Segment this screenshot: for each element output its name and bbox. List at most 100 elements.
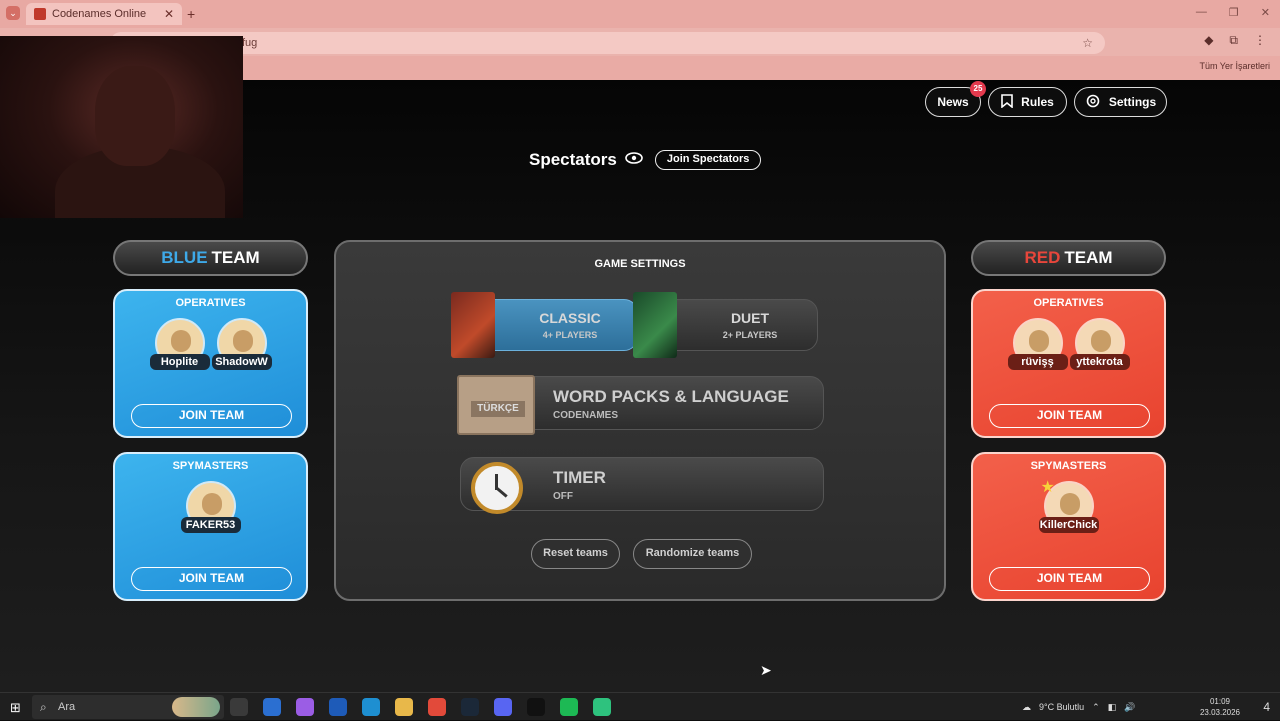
minimize-icon[interactable]: —	[1196, 6, 1207, 19]
settings-label: Settings	[1108, 95, 1157, 109]
search-icon: ⌕	[40, 700, 47, 714]
word-pack-language: TÜRKÇE	[471, 401, 525, 417]
blue-word: BLUE	[161, 248, 208, 267]
copilot-icon[interactable]	[296, 698, 314, 716]
gear-icon	[1085, 93, 1101, 112]
game-settings-title: GAME SETTINGS	[594, 258, 686, 270]
outlook-icon[interactable]	[329, 698, 347, 716]
join-blue-spymasters-button[interactable]: JOIN TEAM	[131, 567, 292, 591]
player-name: Hoplite	[149, 354, 210, 370]
timer-title: TIMER	[553, 468, 606, 487]
spotify-icon[interactable]	[560, 698, 578, 716]
team-word: TEAM	[211, 248, 260, 267]
discord-icon[interactable]	[494, 698, 512, 716]
news-label: News	[937, 95, 969, 109]
network-icon[interactable]: ◧	[1108, 702, 1117, 713]
all-bookmarks-link[interactable]: Tüm Yer İşaretleri	[1199, 61, 1270, 71]
operatives-title: OPERATIVES	[1033, 297, 1104, 309]
spectators-title: Spectators	[529, 150, 617, 169]
edge-icon[interactable]	[362, 698, 380, 716]
app-icon[interactable]	[593, 698, 611, 716]
mode-name: CLASSIC	[539, 310, 601, 326]
rules-label: Rules	[1021, 95, 1054, 109]
settings-button[interactable]: Settings	[1074, 87, 1167, 117]
word-packs-button[interactable]: TÜRKÇE WORD PACKS & LANGUAGE CODENAMES	[457, 375, 824, 435]
weather-icon: ☁	[1022, 701, 1031, 712]
blue-operatives-card: OPERATIVES Hoplite ShadowW JOIN TEAM	[113, 289, 308, 438]
puzzle-icon[interactable]: ⧉	[1229, 33, 1238, 48]
store-icon[interactable]	[263, 698, 281, 716]
tiktok-icon[interactable]	[527, 698, 545, 716]
extension-icon[interactable]: ◆	[1204, 33, 1213, 48]
blue-team-header: BLUE TEAM	[113, 240, 308, 276]
favicon-icon	[34, 8, 46, 20]
word-packs-value: CODENAMES	[553, 410, 619, 421]
window-controls: — ❐ ✕	[1196, 6, 1270, 19]
menu-icon[interactable]: ⋮	[1254, 33, 1266, 48]
bookmark-icon	[1001, 93, 1013, 111]
player-avatar[interactable]: Hoplite	[149, 318, 210, 370]
red-spymasters-card: SPYMASTERS ★ KillerChick JOIN TEAM	[971, 452, 1166, 601]
news-button[interactable]: News 25	[925, 81, 986, 117]
restore-icon[interactable]: ❐	[1229, 6, 1239, 19]
windows-start-icon[interactable]: ⊞	[10, 700, 21, 716]
time: 01:09	[1209, 697, 1230, 706]
close-window-icon[interactable]: ✕	[1261, 6, 1270, 19]
notification-icon[interactable]: 4	[1263, 700, 1270, 714]
player-name: yttekrota	[1069, 354, 1130, 370]
eye-icon	[625, 151, 643, 169]
toolbar-icons: ◆ ⧉ ⋮	[1204, 33, 1266, 48]
stopwatch-icon	[471, 462, 523, 514]
join-spectators-button[interactable]: Join Spectators	[654, 150, 762, 170]
date: 23.03.2026	[1199, 708, 1240, 717]
taskbar-apps	[230, 698, 611, 716]
player-avatar[interactable]: FAKER53	[180, 481, 241, 533]
tray-chevron-icon[interactable]: ⌃	[1092, 702, 1100, 713]
browser-tab[interactable]: Codenames Online ✕	[26, 3, 182, 25]
url-text: fug	[242, 37, 258, 49]
mode-players: 4+ PLAYERS	[542, 330, 598, 340]
chrome-icon[interactable]	[428, 698, 446, 716]
taskbar-search[interactable]: ⌕ Ara	[32, 695, 224, 719]
red-team-header: RED TEAM	[971, 240, 1166, 276]
new-tab-icon[interactable]: +	[187, 6, 195, 22]
mode-classic-button[interactable]: CLASSIC 4+ PLAYERS	[451, 292, 638, 358]
team-word: TEAM	[1064, 248, 1113, 267]
volume-icon[interactable]: 🔊	[1124, 702, 1135, 713]
tab-search-icon[interactable]: ⌄	[6, 6, 20, 20]
classic-box-art	[451, 292, 495, 358]
steam-icon[interactable]	[461, 698, 479, 716]
player-name: rüvişş	[1007, 354, 1068, 370]
player-name: FAKER53	[180, 517, 241, 533]
mode-duet-button[interactable]: DUET 2+ PLAYERS	[633, 292, 818, 358]
weather-text[interactable]: 9°C Bulutlu	[1039, 702, 1084, 712]
webcam-person-head	[95, 66, 175, 166]
bookmark-star-icon[interactable]: ☆	[1082, 32, 1093, 54]
timer-value: OFF	[553, 491, 573, 502]
join-red-operatives-button[interactable]: JOIN TEAM	[989, 404, 1150, 428]
file-explorer-icon[interactable]	[395, 698, 413, 716]
red-word: RED	[1024, 248, 1061, 267]
player-avatar[interactable]: yttekrota	[1069, 318, 1130, 370]
player-name: KillerChick	[1038, 517, 1099, 533]
randomize-teams-button[interactable]: Randomize teams	[633, 539, 752, 569]
player-avatar[interactable]: ShadowW	[211, 318, 272, 370]
word-packs-title: WORD PACKS & LANGUAGE	[553, 387, 789, 406]
reset-teams-button[interactable]: Reset teams	[531, 539, 620, 569]
task-view-icon[interactable]	[230, 698, 248, 716]
player-avatar[interactable]: rüvişş	[1007, 318, 1068, 370]
close-tab-icon[interactable]: ✕	[164, 7, 174, 21]
blue-spymasters-card: SPYMASTERS FAKER53 JOIN TEAM	[113, 452, 308, 601]
timer-button[interactable]: TIMER OFF	[460, 457, 824, 514]
search-placeholder: Ara	[58, 701, 76, 713]
duet-box-art	[633, 292, 677, 358]
red-operatives-card: OPERATIVES rüvişş yttekrota JOIN TEAM	[971, 289, 1166, 438]
player-avatar[interactable]: ★ KillerChick	[1038, 479, 1099, 533]
join-blue-operatives-button[interactable]: JOIN TEAM	[131, 404, 292, 428]
address-bar[interactable]: fug ☆	[110, 32, 1105, 54]
rules-button[interactable]: Rules	[988, 87, 1067, 117]
join-red-spymasters-button[interactable]: JOIN TEAM	[989, 567, 1150, 591]
operatives-title: OPERATIVES	[175, 297, 246, 309]
clock[interactable]: 01:09 23.03.2026	[1200, 696, 1240, 718]
spymasters-title: SPYMASTERS	[172, 460, 249, 472]
